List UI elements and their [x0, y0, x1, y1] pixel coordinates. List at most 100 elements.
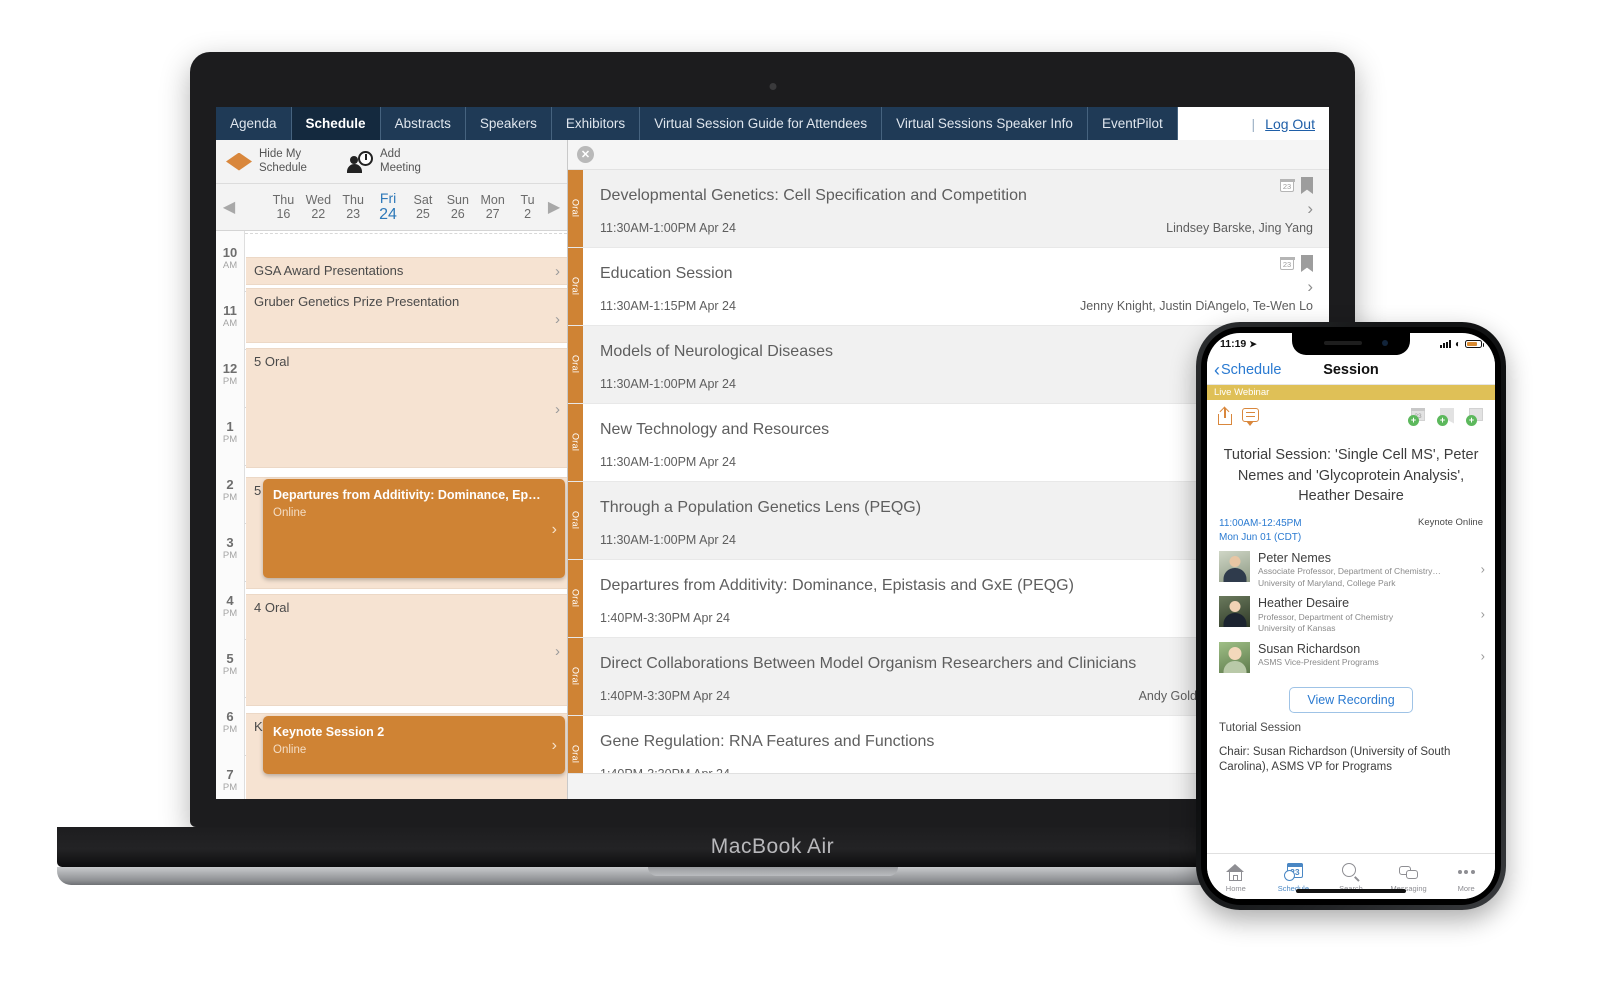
- day-dow: Wed: [305, 192, 332, 207]
- speaker-text: Heather Desaire Professor, Department of…: [1258, 596, 1483, 635]
- add-bookmark-icon[interactable]: +: [1437, 407, 1455, 426]
- speaker-name: Heather Desaire: [1258, 596, 1350, 611]
- nav-tab-speakers[interactable]: Speakers: [466, 107, 552, 140]
- nav-tab-label: Virtual Sessions Speaker Info: [896, 116, 1073, 131]
- phone-screen: 11:19 ➤ ◐ ‹ Schedule Session Live Webina…: [1207, 333, 1495, 899]
- tab-label: Home: [1225, 883, 1246, 893]
- session-speakers: Jenny Knight, Justin DiAngelo, Te-Wen Lo: [1079, 299, 1313, 313]
- prev-days-arrow-icon[interactable]: ◀: [220, 197, 238, 217]
- macbook-air-device: Agenda Schedule Abstracts Speakers Exhib…: [57, 52, 1488, 885]
- calendar-highlight-keynote-session-2[interactable]: Keynote Session 2 Online ›: [263, 716, 565, 774]
- bookmark-icon[interactable]: [1301, 177, 1313, 194]
- plus-badge-icon: +: [1408, 414, 1419, 426]
- calendar-icon[interactable]: 23: [1279, 178, 1295, 192]
- list-item[interactable]: Peter Nemes Associate Professor, Departm…: [1207, 546, 1495, 592]
- hour-number: 10: [222, 245, 238, 260]
- next-days-arrow-icon[interactable]: ▶: [545, 197, 563, 217]
- add-to-calendar-icon[interactable]: 23 +: [1408, 407, 1426, 426]
- hour-number: 4: [226, 593, 234, 608]
- chevron-right-icon[interactable]: ›: [1307, 277, 1313, 297]
- nav-tab-virtual-session-guide[interactable]: Virtual Session Guide for Attendees: [640, 107, 883, 140]
- day-item-wed-22[interactable]: Wed 22: [301, 193, 335, 222]
- chevron-right-icon[interactable]: ›: [1481, 648, 1485, 663]
- nav-tab-schedule[interactable]: Schedule: [291, 107, 381, 140]
- calendar-event-5-oral-morning[interactable]: 5 Oral ›: [246, 348, 567, 468]
- session-title: Through a Population Genetics Lens (PEQG…: [600, 499, 922, 516]
- nav-tab-eventpilot[interactable]: EventPilot: [1088, 107, 1178, 140]
- calendar-event-gruber-prize[interactable]: Gruber Genetics Prize Presentation ›: [246, 288, 567, 343]
- hour-meridiem: PM: [222, 666, 238, 677]
- session-title: New Technology and Resources: [600, 421, 830, 438]
- chevron-right-icon: ›: [555, 401, 560, 418]
- calendar-event-4-oral[interactable]: 4 Oral ›: [246, 594, 567, 706]
- session-title: Models of Neurological Diseases: [600, 343, 833, 360]
- chat-icon[interactable]: [1242, 408, 1259, 426]
- day-selector-strip: ◀ Thu 16 Wed 22 Thu 23 Fri 24 Sat 25 Sun…: [216, 184, 567, 231]
- calendar-icon-day: 23: [1282, 260, 1292, 269]
- list-item[interactable]: Heather Desaire Professor, Department of…: [1207, 591, 1495, 637]
- table-row[interactable]: Oral Education Session 11:30AM-1:15PM Ap…: [568, 248, 1329, 326]
- day-num: 16: [276, 206, 291, 221]
- calendar-highlight-departures-from-additivity[interactable]: Departures from Additivity: Dominance, E…: [263, 479, 565, 578]
- calendar-event-gsa-award[interactable]: GSA Award Presentations ›: [246, 257, 567, 285]
- nav-tab-exhibitors[interactable]: Exhibitors: [552, 107, 641, 140]
- nav-tab-label: Exhibitors: [565, 116, 626, 131]
- table-row[interactable]: Oral Developmental Genetics: Cell Specif…: [568, 170, 1329, 248]
- share-icon[interactable]: [1218, 406, 1232, 425]
- day-num: 25: [415, 206, 430, 221]
- close-icon[interactable]: ✕: [577, 146, 594, 163]
- session-type-badge: Oral: [568, 560, 583, 637]
- hour-number: 7: [226, 767, 234, 782]
- day-item-mon-27[interactable]: Mon 27: [476, 193, 510, 222]
- day-item-thu-23[interactable]: Thu 23: [336, 193, 370, 222]
- session-speakers: Lindsey Barske, Jing Yang: [1166, 221, 1313, 235]
- session-time: 11:30AM-1:00PM Apr 24: [600, 533, 736, 547]
- session-icons: 23: [1279, 255, 1313, 272]
- day-scroll: Thu 16 Wed 22 Thu 23 Fri 24 Sat 25 Sun 2…: [238, 190, 545, 224]
- session-type-badge: Oral: [568, 638, 583, 715]
- day-dow: Fri: [379, 189, 397, 206]
- hour-number: 1: [226, 419, 234, 434]
- list-item[interactable]: Susan Richardson ASMS Vice-President Pro…: [1207, 637, 1495, 675]
- day-item-sun-26[interactable]: Sun 26: [441, 193, 475, 222]
- hide-my-schedule-button[interactable]: Hide My Schedule: [226, 148, 321, 174]
- chevron-right-icon[interactable]: ›: [1307, 199, 1313, 219]
- chevron-right-icon[interactable]: ›: [1481, 561, 1485, 576]
- schedule-icon: 23: [1283, 861, 1303, 881]
- calendar-grid[interactable]: 10 AM 11 AM 12 PM 1 PM 2 PM 3 PM 4 PM 5 PM 6 PM 7…: [216, 231, 567, 799]
- calendar-icon[interactable]: 23: [1279, 256, 1295, 270]
- tab-home[interactable]: Home: [1207, 854, 1265, 899]
- day-item-fri-24-selected[interactable]: Fri 24: [371, 190, 405, 224]
- chevron-right-icon[interactable]: ›: [1481, 607, 1485, 622]
- phone-notch: [1292, 333, 1410, 355]
- calendar-highlight-subtitle: Online: [273, 507, 307, 519]
- calendar-icon-day: 23: [1282, 182, 1292, 191]
- bookmark-icon[interactable]: [1301, 255, 1313, 272]
- day-num: 22: [311, 206, 326, 221]
- chevron-right-icon: ›: [555, 263, 560, 280]
- calendar-event-title: GSA Award Presentations: [254, 263, 404, 278]
- nav-tab-agenda[interactable]: Agenda: [216, 107, 292, 140]
- day-item-thu-16[interactable]: Thu 16: [266, 193, 300, 222]
- laptop-camera-icon: [769, 83, 776, 90]
- session-type-badge: Oral: [568, 404, 583, 481]
- back-button[interactable]: ‹ Schedule: [1214, 361, 1281, 379]
- earpiece-speaker-icon: [1324, 341, 1362, 345]
- view-recording-button[interactable]: View Recording: [1289, 686, 1413, 713]
- chevron-right-icon: ›: [551, 737, 557, 754]
- add-note-icon[interactable]: +: [1466, 407, 1484, 426]
- location-arrow-icon: ➤: [1249, 338, 1257, 349]
- tab-more[interactable]: More: [1437, 854, 1495, 899]
- add-meeting-button[interactable]: Add Meeting: [347, 148, 442, 174]
- nav-tab-virtual-sessions-speaker-info[interactable]: Virtual Sessions Speaker Info: [882, 107, 1088, 140]
- day-item-tue-28[interactable]: Tu 2: [511, 193, 545, 222]
- calendar-event-title: 5 Oral: [254, 354, 290, 369]
- session-time: 11:30AM-1:00PM Apr 24: [600, 221, 736, 235]
- logout-link[interactable]: Log Out: [1265, 116, 1315, 132]
- nav-tab-label: Speakers: [479, 116, 537, 131]
- session-body: Developmental Genetics: Cell Specificati…: [583, 170, 1329, 247]
- nav-tab-abstracts[interactable]: Abstracts: [381, 107, 466, 140]
- calendar-highlight-title: Departures from Additivity: Dominance, E…: [273, 488, 543, 502]
- session-date: Mon Jun 01 (CDT): [1219, 532, 1302, 544]
- day-item-sat-25[interactable]: Sat 25: [406, 193, 440, 222]
